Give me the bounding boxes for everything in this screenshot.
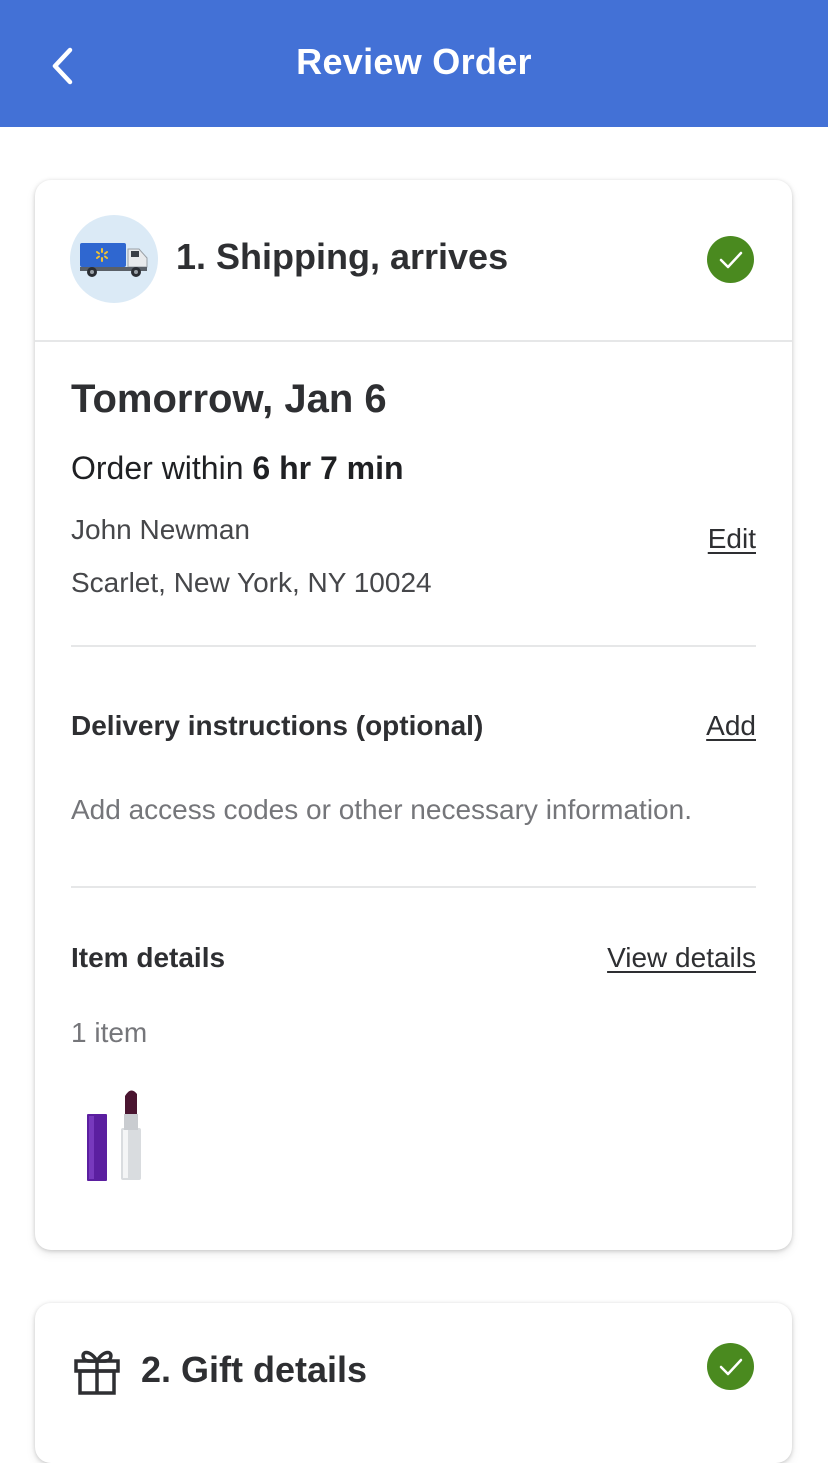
view-details-link[interactable]: View details [607, 942, 756, 974]
chevron-left-icon [52, 47, 73, 85]
delivery-instructions-hint: Add access codes or other necessary info… [71, 794, 692, 825]
gift-card: 2. Gift details [35, 1303, 792, 1463]
page-title: Review Order [296, 40, 532, 82]
gift-step-title: 2. Gift details [141, 1349, 368, 1390]
item-count: 1 item [71, 1017, 148, 1048]
divider [71, 645, 756, 647]
shipping-address: Scarlet, New York, NY 10024 [71, 567, 432, 598]
shipping-step-title: 1. Shipping, arrives [176, 236, 509, 277]
shipping-card: 1. Shipping, arrives Tomorrow, Jan 6 Ord… [35, 180, 792, 1250]
check-circle-icon [707, 1343, 754, 1390]
recipient-name: John Newman [71, 514, 250, 545]
item-details-label: Item details [71, 942, 226, 973]
delivery-instructions-label: Delivery instructions (optional) [71, 710, 484, 741]
delivery-truck-icon [70, 215, 158, 303]
check-circle-icon [707, 236, 754, 283]
divider [71, 886, 756, 888]
back-button[interactable] [38, 38, 88, 94]
add-delivery-instructions-link[interactable]: Add [706, 710, 756, 742]
delivery-date: Tomorrow, Jan 6 [71, 377, 387, 421]
order-within-time: 6 hr 7 min [252, 450, 404, 486]
app-header: Review Order [0, 0, 828, 127]
order-within-prefix: Order within [71, 450, 244, 486]
shipping-card-header: 1. Shipping, arrives [35, 180, 792, 342]
order-within-text: Order within 6 hr 7 min [71, 450, 404, 487]
edit-address-link[interactable]: Edit [708, 523, 756, 555]
gift-icon [72, 1345, 122, 1400]
lipstick-product-image[interactable] [83, 1088, 153, 1183]
